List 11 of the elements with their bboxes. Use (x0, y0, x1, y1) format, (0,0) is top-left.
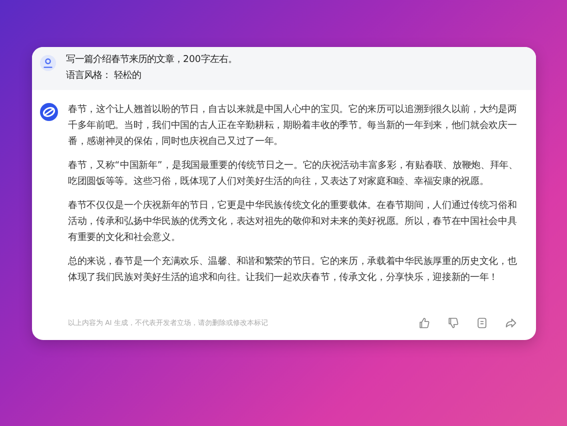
answer-paragraph: 春节，这个让人翘首以盼的节日，自古以来就是中国人心中的宝贝。它的来历可以追溯到很久以前，大约是两千多年前吧。当时，我们中国的古人正在辛勤耕耘，期盼着丰收的季节。每当新的一年到来，他们就会欢庆一番，感谢神灵的保佑，同时也庆祝自己又过了一年。 (68, 103, 518, 149)
answer-paragraph: 春节不仅仅是一个庆祝新年的节日，它更是中华民族传统文化的重要载体。在春节期间，人们通过传统习俗和活动，传承和弘扬中华民族的优秀文化，表达对祖先的敬仰和对未来的美好祝愿。所以，春节在中国社会中具有重要的文化和社会意义。 (68, 199, 518, 245)
prompt-text: 写一篇介绍春节来历的文章，200字左右。 (66, 53, 237, 66)
answer-paragraph: 春节，又称“中国新年”，是我国最重要的传统节日之一。它的庆祝活动丰富多彩，有贴春联、放鞭炮、拜年、吃团圆饭等等。这些习俗，既体现了人们对美好生活的向往，又表达了对家庭和睦、幸福安康的祝愿。 (68, 159, 518, 189)
answer-paragraph: 总的来说，春节是一个充满欢乐、温馨、和谐和繁荣的节日。它的来历，承载着中华民族厚重的历史文化，也体现了我们民族对美好生活的追求和向往。让我们一起欢庆春节，传承文化，分享快乐，迎接新的一年！ (68, 255, 518, 285)
copy-icon[interactable] (475, 316, 489, 330)
prompt-text: 语言风格： 轻松的 (66, 69, 142, 82)
share-icon[interactable] (504, 316, 518, 330)
thumbs-down-icon[interactable] (446, 316, 460, 330)
assistant-logo-icon (40, 103, 58, 121)
thumbs-up-icon[interactable] (417, 316, 431, 330)
